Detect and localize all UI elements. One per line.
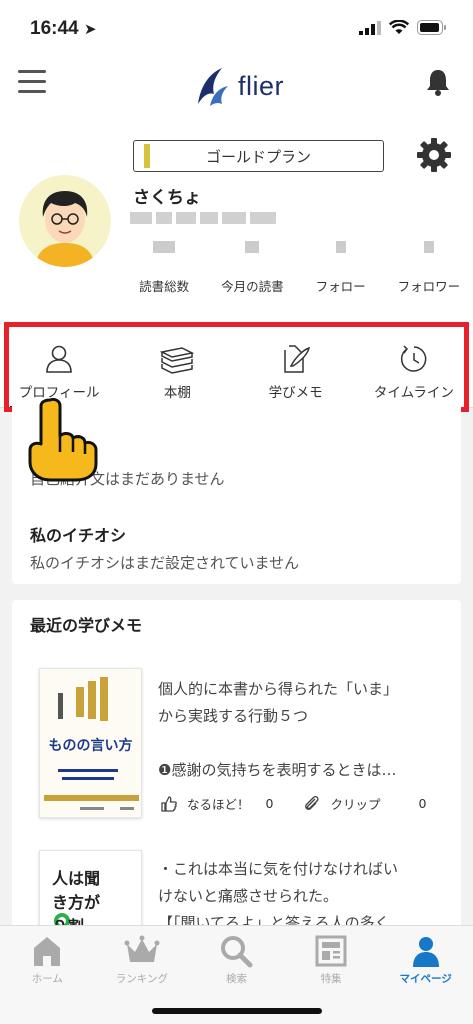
book-cover[interactable]: 人は聞き方が９割 — [39, 850, 142, 930]
status-time: 16:44 — [30, 18, 79, 39]
clip-label[interactable]: クリップ — [330, 794, 380, 813]
memo-line: 個人的に本書から得られた「いま」 — [158, 680, 399, 698]
stat-followers[interactable]: フォロワー — [385, 234, 473, 295]
nav-label: ランキング — [115, 973, 168, 985]
thumbs-up-icon[interactable] — [160, 795, 178, 813]
stat-total-books[interactable]: 読書総数 — [120, 234, 208, 295]
signal-icon — [359, 20, 381, 35]
recent-memos-card: 最近の学びメモ ものの言い方 個人的に本書から得られた「いま」 から実践する行動… — [12, 600, 461, 930]
tab-timeline[interactable]: タイムライン — [355, 326, 473, 407]
status-indicators — [359, 20, 447, 35]
stat-label: フォロー — [315, 279, 366, 294]
crown-icon — [124, 935, 160, 962]
search-icon — [221, 936, 253, 968]
recent-memos-title: 最近の学びメモ — [30, 616, 143, 635]
clip-icon[interactable] — [303, 795, 321, 813]
clock-icon — [400, 345, 427, 372]
memo-line: ・これは本当に気を付けなければい — [158, 860, 399, 878]
stat-value-redacted — [120, 234, 208, 260]
location-arrow-icon: ➤ — [84, 20, 97, 38]
nav-label: 特集 — [320, 973, 342, 985]
favorite-text: 私のイチオシはまだ設定されていません — [30, 554, 300, 572]
like-count: 0 — [265, 796, 274, 811]
tab-label: タイムライン — [373, 385, 454, 401]
clip-count: 0 — [418, 796, 427, 811]
memo-line: けないと痛感させられた。 — [158, 887, 339, 905]
book-cover[interactable]: ものの言い方 — [39, 668, 142, 818]
like-label[interactable]: なるほど！ — [187, 794, 250, 813]
home-icon — [34, 937, 61, 966]
flier-logo[interactable]: flier — [190, 64, 284, 108]
nav-label: 検索 — [225, 973, 247, 985]
memo-line: ❶感謝の気持ちを表明するときは… — [158, 761, 397, 779]
stats-row: 読書総数 今月の読書 フォロー フォロワー — [120, 234, 473, 295]
tab-label: 本棚 — [163, 385, 191, 401]
tab-label: 学びメモ — [268, 385, 323, 401]
menu-icon[interactable] — [18, 70, 46, 96]
status-bar: 16:44 ➤ — [0, 0, 473, 58]
home-indicator — [152, 1008, 322, 1014]
books-icon — [160, 347, 195, 374]
memo-line: から実践する行動５つ — [158, 707, 309, 725]
nav-mypage[interactable]: マイページ — [378, 926, 473, 1024]
tab-bookshelf[interactable]: 本棚 — [118, 326, 236, 407]
logo-mark-icon — [198, 68, 228, 106]
person-icon — [46, 345, 72, 373]
favorite-title: 私のイチオシ — [30, 526, 127, 545]
stat-label: 読書総数 — [139, 279, 190, 294]
stat-label: 今月の読書 — [221, 279, 284, 294]
pointing-hand-icon — [16, 392, 106, 486]
stat-value-redacted — [297, 234, 385, 260]
nav-label: マイページ — [399, 973, 452, 985]
stat-label: フォロワー — [397, 279, 461, 294]
tab-learning-memo[interactable]: 学びメモ — [237, 326, 355, 407]
memo-icon — [283, 345, 310, 373]
stat-value-redacted — [208, 234, 296, 260]
user-id-redacted — [130, 208, 280, 228]
memo-actions: なるほど！ 0 クリップ 0 — [160, 794, 426, 813]
stat-value-redacted — [385, 234, 473, 260]
memo-line-blank — [158, 730, 398, 757]
book-cover-title: 人は聞き方が９割 — [52, 869, 101, 930]
memo-text[interactable]: 個人的に本書から得られた「いま」 から実践する行動５つ ❶感謝の気持ちを表明する… — [158, 676, 398, 784]
notification-bell-icon[interactable] — [425, 68, 451, 100]
stat-this-month[interactable]: 今月の読書 — [208, 234, 296, 295]
book-cover-title: ものの言い方 — [48, 738, 133, 754]
logo-text: flier — [238, 70, 285, 101]
username: さくちょ — [133, 188, 201, 208]
app-header: flier — [0, 58, 473, 128]
feature-icon — [315, 935, 347, 967]
stat-following[interactable]: フォロー — [297, 234, 385, 295]
memo-text[interactable]: ・これは本当に気を付けなければい けないと痛感させられた。 【「聞いてるよ」と答… — [158, 856, 398, 930]
wifi-icon — [389, 20, 409, 34]
nav-label: ホーム — [31, 973, 63, 985]
settings-gear-icon[interactable] — [417, 138, 451, 176]
plan-badge[interactable]: ゴールドプラン — [133, 140, 384, 172]
profile-section: ゴールドプラン さくちょ 読書総数 今月の読書 フォロー フォロワー — [0, 128, 473, 326]
nav-home[interactable]: ホーム — [0, 926, 95, 1024]
plan-label: ゴールドプラン — [205, 148, 311, 166]
battery-icon — [417, 20, 446, 35]
avatar[interactable] — [19, 175, 111, 267]
mypage-icon — [412, 937, 439, 967]
